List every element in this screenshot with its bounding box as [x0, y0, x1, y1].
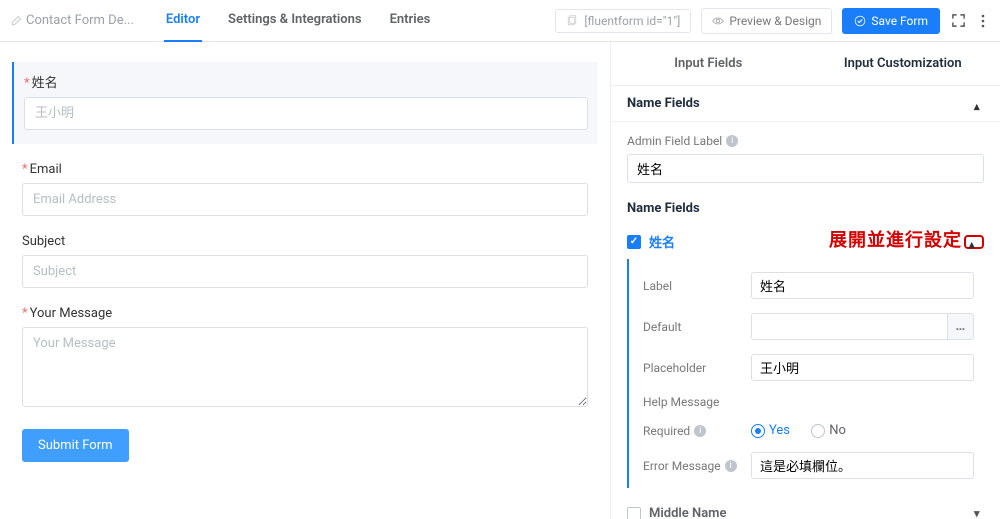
subfield-first-name[interactable]: ✓ 姓名 展開並進行設定 [611, 224, 1000, 259]
tab-settings[interactable]: Settings & Integrations [226, 0, 364, 42]
row-default-caption: Default [643, 320, 741, 334]
shortcode-text: [fluentform id="1"] [584, 14, 680, 28]
subfield-label: 姓名 [649, 232, 675, 251]
side-tab-customization[interactable]: Input Customization [806, 42, 1000, 85]
copy-icon [566, 15, 578, 27]
checkbox-checked-icon[interactable]: ✓ [627, 235, 641, 249]
row-placeholder-caption: Placeholder [643, 361, 741, 375]
row-default: Default … [633, 306, 984, 347]
info-icon[interactable]: i [694, 425, 706, 437]
chevron-up-icon [974, 99, 984, 109]
admin-label-caption: Admin Field Label i [627, 134, 984, 148]
field-email-label: *Email [22, 162, 588, 177]
caret-up-icon [969, 237, 979, 247]
row-label: Label [633, 265, 984, 306]
row-error-input[interactable] [751, 452, 974, 479]
field-subject-label: Subject [22, 234, 588, 249]
field-name[interactable]: *姓名 [22, 62, 588, 144]
field-message[interactable]: *Your Message [22, 306, 588, 411]
more-button[interactable] [976, 14, 990, 28]
annotation-text: 展開並進行設定 [829, 226, 962, 252]
default-picker-button[interactable]: … [948, 313, 974, 340]
row-error: Error Messagei [633, 445, 984, 486]
topbar-left: Contact Form De... Editor Settings & Int… [10, 0, 432, 42]
subfield-label: Middle Name [649, 506, 726, 519]
row-help: Help Message [633, 388, 984, 416]
form-name[interactable]: Contact Form De... [10, 13, 134, 28]
tab-editor[interactable]: Editor [164, 0, 202, 42]
subfields-region: Name Fields [611, 189, 1000, 216]
field-email-input[interactable] [22, 183, 588, 216]
tab-entries[interactable]: Entries [388, 0, 433, 42]
info-icon[interactable]: i [725, 460, 737, 472]
caret-down-icon [974, 506, 984, 516]
radio-yes-label[interactable]: Yes [769, 423, 790, 438]
field-subject-input[interactable] [22, 255, 588, 288]
form-name-text: Contact Form De... [26, 13, 134, 28]
side-tabs: Input Fields Input Customization [611, 42, 1000, 86]
form-card: *姓名 *Email Subject *Your Message Submit … [16, 62, 594, 462]
row-placeholder-input[interactable] [751, 354, 974, 381]
panel-body: Name Fields Admin Field Label i Name Fie… [611, 86, 1000, 519]
topbar: Contact Form De... Editor Settings & Int… [0, 0, 1000, 42]
workspace: *姓名 *Email Subject *Your Message Submit … [0, 42, 1000, 519]
subfield-middle-name[interactable]: Middle Name [611, 498, 1000, 519]
row-help-caption: Help Message [643, 395, 741, 409]
field-name-input[interactable] [24, 97, 588, 130]
row-default-input[interactable] [751, 313, 948, 340]
field-email[interactable]: *Email [22, 162, 588, 216]
row-label-caption: Label [643, 279, 741, 293]
field-name-label: *姓名 [24, 72, 588, 91]
radio-yes[interactable] [751, 424, 765, 438]
subfields: ✓ 姓名 展開並進行設定 Label Default … Place [611, 224, 1000, 519]
submit-button[interactable]: Submit Form [22, 429, 129, 462]
check-icon [854, 15, 866, 27]
admin-label-input[interactable] [627, 154, 984, 183]
toggle-expand[interactable] [974, 506, 984, 519]
fullscreen-button[interactable] [950, 13, 966, 29]
info-icon[interactable]: i [726, 135, 738, 147]
preview-label: Preview & Design [729, 14, 821, 28]
row-required: Requiredi Yes No [633, 416, 984, 445]
side-panel: Input Fields Input Customization Name Fi… [610, 42, 1000, 519]
kebab-icon [981, 14, 985, 28]
field-message-input[interactable] [22, 327, 588, 407]
row-error-caption: Error Messagei [643, 459, 741, 473]
section-body: Admin Field Label i [611, 122, 1000, 189]
toggle-collapse[interactable] [964, 235, 984, 249]
radio-no[interactable] [811, 424, 825, 438]
side-tab-input-fields[interactable]: Input Fields [611, 42, 806, 85]
shortcode-box[interactable]: [fluentform id="1"] [555, 9, 691, 33]
topbar-right: [fluentform id="1"] Preview & Design Sav… [555, 8, 990, 34]
fullscreen-icon [951, 13, 966, 28]
checkbox-unchecked-icon[interactable] [627, 507, 641, 519]
field-message-label: *Your Message [22, 306, 588, 321]
row-required-caption: Requiredi [643, 424, 741, 438]
section-title: Name Fields [627, 96, 700, 111]
row-label-input[interactable] [751, 272, 974, 299]
eye-icon [712, 15, 724, 27]
save-button[interactable]: Save Form [842, 8, 940, 34]
subfield-body: Label Default … Placeholder Help Message [627, 259, 984, 488]
radio-no-label[interactable]: No [829, 423, 846, 438]
field-subject[interactable]: Subject [22, 234, 588, 288]
row-placeholder: Placeholder [633, 347, 984, 388]
section-name-fields[interactable]: Name Fields [611, 86, 1000, 122]
subfields-title: Name Fields [627, 201, 984, 216]
nav-tabs: Editor Settings & Integrations Entries [164, 0, 432, 42]
form-canvas: *姓名 *Email Subject *Your Message Submit … [0, 42, 610, 519]
edit-icon [10, 15, 22, 27]
save-label: Save Form [871, 14, 928, 28]
preview-button[interactable]: Preview & Design [701, 8, 832, 34]
